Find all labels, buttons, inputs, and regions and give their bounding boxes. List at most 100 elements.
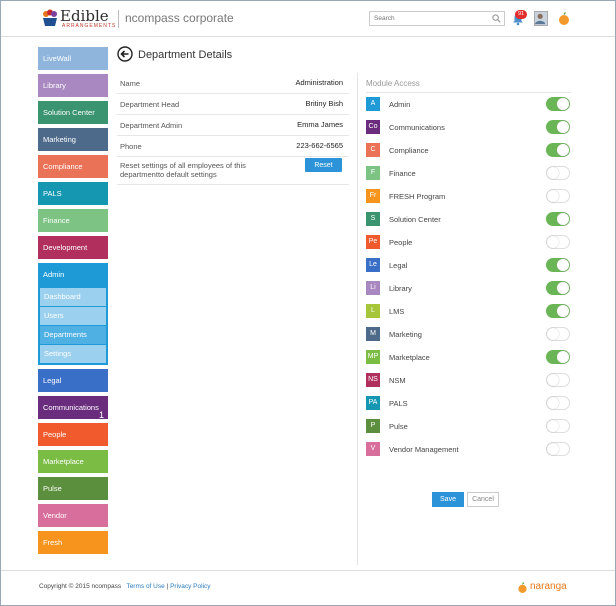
sidebar-item-communications[interactable]: Communications 1 [38, 396, 108, 420]
toggle-knob [557, 213, 569, 225]
sidebar-item-livewall[interactable]: LiveWall [38, 47, 108, 70]
module-name: Marketplace [389, 353, 430, 362]
module-row-lms: L LMS [366, 300, 571, 323]
module-toggle[interactable] [546, 212, 570, 226]
module-toggle[interactable] [546, 258, 570, 272]
admin-submenu: Dashboard Users Departments Settings [38, 286, 108, 365]
reset-button[interactable]: Reset [305, 158, 342, 172]
cancel-button[interactable]: Cancel [467, 492, 499, 507]
fruit-basket-icon [43, 9, 57, 26]
sidebar-item-development[interactable]: Development [38, 236, 108, 259]
sidebar-item-people[interactable]: People [38, 423, 108, 446]
module-name: NSM [389, 376, 406, 385]
toggle-knob [557, 282, 569, 294]
top-header: Edible ARRANGEMENTS ncompass corporate 9… [1, 1, 615, 37]
module-badge-icon: L [366, 304, 380, 318]
reset-description: Reset settings of all employees of this … [120, 161, 246, 179]
sidebar-item-label: Marketing [43, 135, 76, 144]
company-name: ncompass corporate [125, 11, 234, 25]
module-toggle[interactable] [546, 327, 570, 341]
sidebar-item-marketplace[interactable]: Marketplace [38, 450, 108, 473]
module-toggle[interactable] [546, 281, 570, 295]
notification-badge: 91 [515, 10, 527, 19]
copyright-text: Copyright © 2015 ncompass [39, 583, 122, 590]
sidebar-item-label: Vendor [43, 511, 67, 520]
detail-value: 223-662-6565 [296, 141, 343, 150]
save-button[interactable]: Save [432, 492, 464, 507]
user-photo-icon [535, 13, 546, 25]
terms-link[interactable]: Terms of Use [126, 583, 164, 590]
module-badge-icon: Fr [366, 189, 380, 203]
module-toggle[interactable] [546, 442, 570, 456]
sidebar-item-pals[interactable]: PALS [38, 182, 108, 205]
module-list: A Admin Co Communications C Compliance F Financ… [366, 93, 571, 461]
toggle-knob [547, 167, 559, 179]
user-avatar[interactable] [534, 11, 548, 26]
sidebar-item-pulse[interactable]: Pulse [38, 477, 108, 500]
naranga-orange-icon [518, 582, 527, 593]
back-arrow-icon[interactable] [117, 46, 133, 62]
module-toggle[interactable] [546, 235, 570, 249]
sidebar-item-legal[interactable]: Legal [38, 369, 108, 392]
sidebar-item-label: Library [43, 81, 66, 90]
module-toggle[interactable] [546, 189, 570, 203]
sidebar-item-compliance[interactable]: Compliance [38, 155, 108, 178]
sidebar-nav: LiveWall Library Solution Center Marketing C… [38, 47, 108, 558]
submenu-item-settings[interactable]: Settings [40, 345, 106, 363]
sidebar-item-library[interactable]: Library [38, 74, 108, 97]
sidebar-item-label: Finance [43, 216, 70, 225]
detail-label: Department Head [120, 100, 180, 109]
page-title: Department Details [138, 49, 233, 61]
sidebar-item-finance[interactable]: Finance [38, 209, 108, 232]
module-name: Vendor Management [389, 445, 459, 454]
module-name: PALS [389, 399, 408, 408]
sidebar-item-admin[interactable]: Admin [38, 263, 108, 286]
search-icon[interactable] [492, 14, 501, 23]
module-toggle[interactable] [546, 373, 570, 387]
toggle-knob [547, 374, 559, 386]
sidebar-item-fresh[interactable]: Fresh [38, 531, 108, 554]
module-name: Library [389, 284, 412, 293]
toggle-knob [557, 121, 569, 133]
sidebar-item-marketing[interactable]: Marketing [38, 128, 108, 151]
module-toggle[interactable] [546, 143, 570, 157]
module-badge-icon: Li [366, 281, 380, 295]
reset-row: Reset settings of all employees of this … [117, 157, 349, 185]
detail-label: Phone [120, 142, 142, 151]
toggle-knob [547, 328, 559, 340]
module-badge-icon: NS [366, 373, 380, 387]
submenu-item-dashboard[interactable]: Dashboard [40, 288, 106, 306]
module-row-compliance: C Compliance [366, 139, 571, 162]
module-toggle[interactable] [546, 419, 570, 433]
naranga-orange-icon[interactable] [557, 11, 571, 26]
submenu-item-departments[interactable]: Departments [40, 326, 106, 344]
sidebar-item-solution-center[interactable]: Solution Center [38, 101, 108, 124]
sidebar-item-vendor[interactable]: Vendor [38, 504, 108, 527]
module-access-heading: Module Access [366, 73, 571, 93]
toggle-knob [547, 190, 559, 202]
sidebar-item-label: People [43, 430, 67, 439]
privacy-link[interactable]: Privacy Policy [170, 583, 210, 590]
module-toggle[interactable] [546, 350, 570, 364]
footer: Copyright © 2015 ncompass Terms of Use |… [1, 570, 615, 605]
module-toggle[interactable] [546, 166, 570, 180]
search-input[interactable] [370, 12, 488, 25]
module-row-admin: A Admin [366, 93, 571, 116]
toggle-knob [547, 420, 559, 432]
module-toggle[interactable] [546, 304, 570, 318]
module-toggle[interactable] [546, 396, 570, 410]
department-details: Name Administration Department Head Britiny… [117, 73, 349, 185]
module-toggle[interactable] [546, 97, 570, 111]
sidebar-item-label: Pulse [43, 484, 62, 493]
module-toggle[interactable] [546, 120, 570, 134]
module-name: Finance [389, 169, 416, 178]
search-box [369, 11, 505, 26]
module-name: Communications [389, 123, 445, 132]
naranga-wordmark: naranga [530, 581, 567, 592]
toggle-knob [557, 259, 569, 271]
sidebar-item-label: Legal [43, 376, 62, 385]
submenu-item-users[interactable]: Users [40, 307, 106, 325]
sidebar-item-label: PALS [43, 189, 62, 198]
sidebar-item-label: Solution Center [43, 108, 95, 117]
edible-logo[interactable]: Edible ARRANGEMENTS [41, 7, 115, 29]
